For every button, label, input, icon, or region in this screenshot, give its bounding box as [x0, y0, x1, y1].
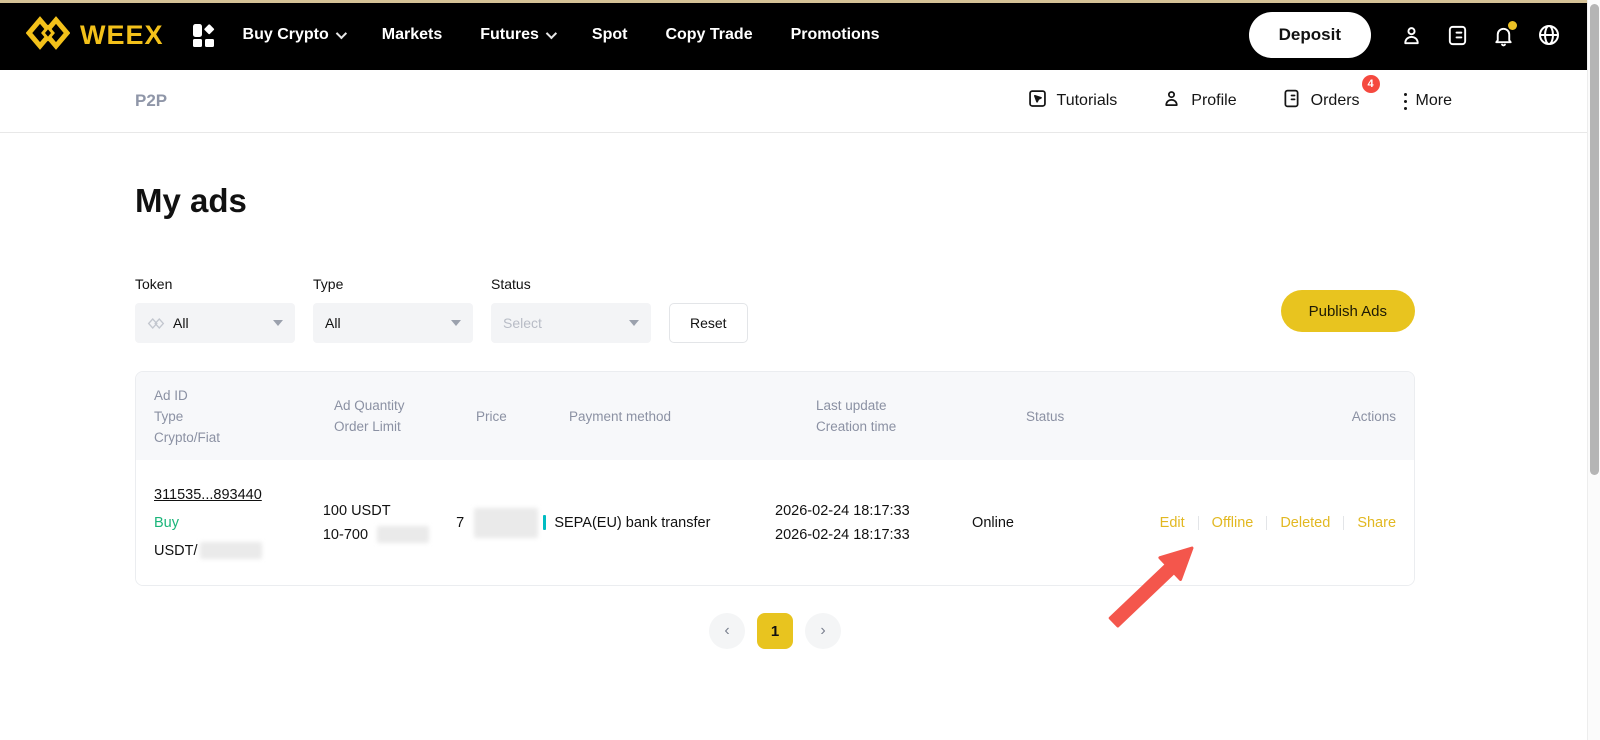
next-page-button[interactable]: › [805, 613, 841, 649]
ad-quantity: 100 USDT [323, 499, 456, 523]
cell-times: 2026-02-24 18:17:33 2026-02-24 18:17:33 [775, 499, 972, 547]
orders-count-badge: 4 [1362, 75, 1380, 93]
header-ad-quantity: Ad Quantity Order Limit [334, 395, 476, 437]
pagination: ‹ 1 › [135, 613, 1415, 649]
deleted-action[interactable]: Deleted [1267, 511, 1343, 535]
offline-action[interactable]: Offline [1199, 511, 1267, 535]
type-select-value: All [325, 315, 341, 331]
token-select[interactable]: All [135, 303, 295, 343]
apps-grid-icon[interactable] [192, 24, 215, 47]
edit-action[interactable]: Edit [1160, 511, 1198, 535]
redacted-price [474, 508, 538, 538]
top-navbar: WEEX Buy Crypto Markets Futures Spot Cop… [0, 0, 1587, 70]
caret-down-icon [451, 320, 461, 326]
share-action[interactable]: Share [1344, 511, 1396, 535]
header-payment-method: Payment method [569, 406, 816, 427]
weex-logo[interactable]: WEEX [26, 16, 164, 55]
menu-markets[interactable]: Markets [382, 26, 442, 44]
ad-type-buy: Buy [154, 511, 323, 535]
cell-status: Online [972, 511, 1160, 535]
vertical-scrollbar[interactable] [1587, 0, 1600, 740]
token-filter-label: Token [135, 276, 295, 292]
last-update-time: 2026-02-24 18:17:33 [775, 499, 972, 523]
orders-link[interactable]: Orders 4 [1281, 88, 1360, 114]
weex-wordmark: WEEX [80, 20, 164, 51]
order-limit: 10-700 [323, 523, 456, 547]
creation-time: 2026-02-24 18:17:33 [775, 523, 972, 547]
notification-dot [1508, 21, 1517, 30]
profile-icon[interactable] [1399, 23, 1423, 47]
status-filter-label: Status [491, 276, 651, 292]
p2p-subnav: P2P Tutorials Profile [0, 70, 1587, 133]
ad-id-link[interactable]: 311535...893440 [154, 483, 262, 507]
filters-row: Token All Type [135, 276, 1415, 343]
status-filter: Status Select [491, 276, 651, 343]
table-row: 311535...893440 Buy USDT/ 100 USDT 10-70… [136, 460, 1414, 585]
main-content: My ads Token All [0, 133, 1587, 649]
header-actions: Actions [1226, 406, 1396, 427]
token-select-value: All [173, 315, 189, 331]
cell-price: 7 [456, 508, 543, 538]
chevron-down-icon [546, 28, 557, 39]
table-header-row: Ad ID Type Crypto/Fiat Ad Quantity Order… [136, 372, 1414, 460]
header-last-update: Last update Creation time [816, 395, 1026, 437]
p2p-my-ads-page: WEEX Buy Crypto Markets Futures Spot Cop… [0, 0, 1600, 740]
type-select[interactable]: All [313, 303, 473, 343]
chevron-down-icon [336, 28, 347, 39]
more-dots-icon [1404, 93, 1407, 110]
status-select[interactable]: Select [491, 303, 651, 343]
breadcrumb-p2p[interactable]: P2P [135, 91, 167, 111]
payment-method-bar [543, 515, 546, 530]
profile-icon [1161, 88, 1182, 114]
redacted-limit-currency [377, 526, 429, 543]
type-filter: Type All [313, 276, 473, 343]
page-title: My ads [135, 182, 1415, 220]
coin-gem-icon [147, 317, 165, 330]
crypto-fiat-pair: USDT/ [154, 539, 323, 563]
topnav-right-group: Deposit [1249, 12, 1561, 58]
cell-ad-id: 311535...893440 Buy USDT/ [154, 483, 323, 563]
deposit-button[interactable]: Deposit [1249, 12, 1371, 58]
menu-promotions[interactable]: Promotions [791, 26, 880, 44]
menu-futures[interactable]: Futures [480, 26, 554, 44]
support-chat-icon[interactable] [1445, 23, 1469, 47]
caret-down-icon [629, 320, 639, 326]
menu-buy-crypto[interactable]: Buy Crypto [243, 26, 344, 44]
tutorials-icon [1027, 88, 1048, 114]
main-menu: Buy Crypto Markets Futures Spot Copy Tra… [243, 26, 880, 44]
cell-payment-method: SEPA(EU) bank transfer [543, 511, 775, 535]
current-page-button[interactable]: 1 [757, 613, 793, 649]
window-top-edge [0, 0, 1600, 3]
notifications-bell-icon[interactable] [1491, 23, 1515, 47]
token-filter: Token All [135, 276, 295, 343]
orders-icon [1281, 88, 1302, 114]
header-status: Status [1026, 406, 1226, 427]
ads-table: Ad ID Type Crypto/Fiat Ad Quantity Order… [135, 371, 1415, 586]
subnav-links: Tutorials Profile [1027, 88, 1452, 114]
tutorials-link[interactable]: Tutorials [1027, 88, 1118, 114]
language-globe-icon[interactable] [1537, 23, 1561, 47]
header-price: Price [476, 406, 569, 427]
redacted-fiat [200, 542, 262, 559]
type-filter-label: Type [313, 276, 473, 292]
menu-spot[interactable]: Spot [592, 26, 628, 44]
publish-ads-button[interactable]: Publish Ads [1281, 290, 1415, 332]
prev-page-button[interactable]: ‹ [709, 613, 745, 649]
cell-actions: Edit Offline Deleted Share [1160, 511, 1396, 535]
caret-down-icon [273, 320, 283, 326]
menu-copy-trade[interactable]: Copy Trade [665, 26, 752, 44]
reset-button[interactable]: Reset [669, 303, 748, 343]
more-link[interactable]: More [1404, 92, 1452, 110]
header-ad-id: Ad ID Type Crypto/Fiat [154, 385, 334, 448]
cell-quantity: 100 USDT 10-700 [323, 499, 456, 547]
scrollbar-thumb[interactable] [1590, 4, 1599, 475]
status-select-placeholder: Select [503, 315, 542, 331]
profile-link[interactable]: Profile [1161, 88, 1236, 114]
weex-gem-icon [26, 16, 70, 55]
